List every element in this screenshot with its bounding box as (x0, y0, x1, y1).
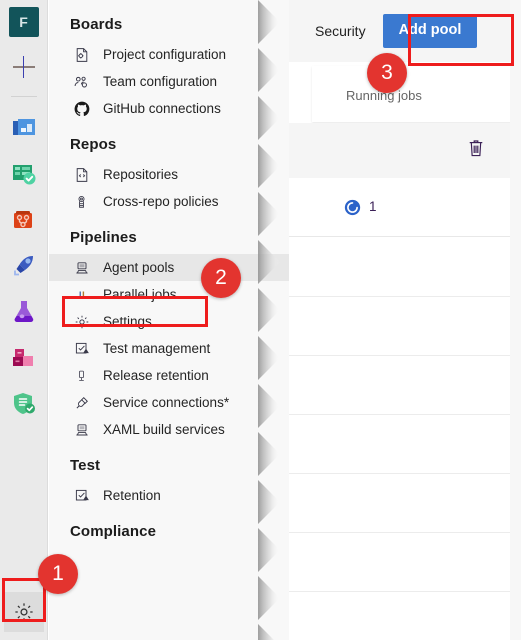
repos-icon[interactable] (9, 205, 39, 235)
nav-item-settings[interactable]: Settings (49, 308, 289, 335)
nav-item-release-retention[interactable]: Release retention (49, 362, 289, 389)
test-management-icon (73, 487, 90, 504)
project-settings-gear-wrap (4, 592, 44, 632)
table-row[interactable] (289, 415, 521, 474)
nav-item-github-connections[interactable]: GitHub connections (49, 95, 289, 122)
step-badge-2: 2 (201, 258, 241, 298)
nav-heading-pipelines: Pipelines (70, 229, 137, 246)
nav-heading-repos: Repos (70, 136, 117, 153)
table-row[interactable] (289, 592, 521, 640)
parallel-bars-icon (73, 286, 90, 303)
nav-item-cross-repo-policies[interactable]: Cross-repo policies (49, 188, 289, 215)
nav-item-parallel-jobs[interactable]: Parallel jobs (49, 281, 289, 308)
document-gear-icon (73, 46, 90, 63)
app-root: F Boards Project configuration Team conf… (0, 0, 521, 640)
content-toolbar: Security Add pool (289, 0, 521, 62)
flask-icon[interactable] (9, 297, 39, 327)
nav-item-label: XAML build services (103, 422, 225, 437)
release-retention-icon (73, 367, 90, 384)
nav-item-team-configuration[interactable]: Team configuration (49, 68, 289, 95)
avatar-initial: F (19, 14, 28, 30)
nav-heading-boards: Boards (70, 16, 123, 33)
table-row[interactable] (289, 474, 521, 533)
nav-item-retention[interactable]: Retention (49, 482, 289, 509)
rail-divider (10, 96, 37, 97)
agent-server-icon (73, 421, 90, 438)
grid-header-card: Running jobs (312, 66, 521, 122)
gear-icon (15, 603, 33, 621)
code-file-icon (73, 166, 90, 183)
nav-item-agent-pools[interactable]: Agent pools (49, 254, 289, 281)
trash-icon[interactable] (467, 138, 485, 163)
boards-icon[interactable] (9, 113, 39, 143)
nav-item-repositories[interactable]: Repositories (49, 161, 289, 188)
table-row[interactable] (289, 238, 521, 297)
nav-item-label: Test management (103, 341, 211, 356)
nav-item-project-configuration[interactable]: Project configuration (49, 41, 289, 68)
nav-item-label: Repositories (103, 167, 179, 182)
nav-item-label: Parallel jobs (103, 287, 177, 302)
project-settings-nav: Boards Project configuration Team config… (49, 0, 289, 640)
nav-item-xaml-build-services[interactable]: XAML build services (49, 416, 289, 443)
plus-vertical-bar (22, 56, 25, 78)
plug-icon (73, 394, 90, 411)
table-row[interactable] (289, 533, 521, 592)
github-icon (73, 100, 90, 117)
agent-server-icon (73, 259, 90, 276)
nav-item-label: Retention (103, 488, 161, 503)
nav-item-service-connections[interactable]: Service connections* (49, 389, 289, 416)
step-badge-1: 1 (38, 554, 78, 594)
nav-item-label: Team configuration (103, 74, 218, 89)
running-jobs-value: 1 (369, 199, 377, 214)
new-project-icon[interactable] (8, 51, 40, 83)
table-row[interactable]: 1 (289, 179, 521, 237)
vertical-scrollbar[interactable] (510, 0, 521, 640)
organization-avatar[interactable]: F (8, 7, 39, 37)
left-rail: F (0, 0, 48, 640)
table-row[interactable] (289, 356, 521, 415)
nav-item-label: Project configuration (103, 47, 227, 62)
nav-item-label: Release retention (103, 368, 209, 383)
nav-item-label: Agent pools (103, 260, 175, 275)
gear-icon (73, 313, 90, 330)
nav-item-label: Settings (103, 314, 152, 329)
tab-security[interactable]: Security (315, 23, 366, 39)
policy-icon (73, 193, 90, 210)
test-management-icon (73, 340, 90, 357)
table-row[interactable] (289, 297, 521, 356)
artifacts-icon[interactable] (9, 343, 39, 373)
nav-item-test-management[interactable]: Test management (49, 335, 289, 362)
nav-item-label: Service connections* (103, 395, 230, 410)
nav-item-label: GitHub connections (103, 101, 221, 116)
step-badge-3: 3 (367, 53, 407, 93)
in-progress-icon (344, 199, 361, 221)
agent-pools-content: Security Add pool Running jobs 1 (289, 0, 521, 640)
row-actions-bar (289, 123, 521, 178)
project-settings-gear[interactable] (4, 592, 44, 632)
pipelines-icon[interactable] (9, 251, 39, 281)
add-pool-button[interactable]: Add pool (382, 14, 478, 48)
people-gear-icon (73, 73, 90, 90)
security-shield-icon[interactable] (9, 389, 39, 419)
nav-heading-test: Test (70, 457, 101, 474)
nav-item-label: Cross-repo policies (103, 194, 219, 209)
nav-heading-compliance: Compliance (70, 523, 157, 540)
test-plans-icon[interactable] (9, 159, 39, 189)
